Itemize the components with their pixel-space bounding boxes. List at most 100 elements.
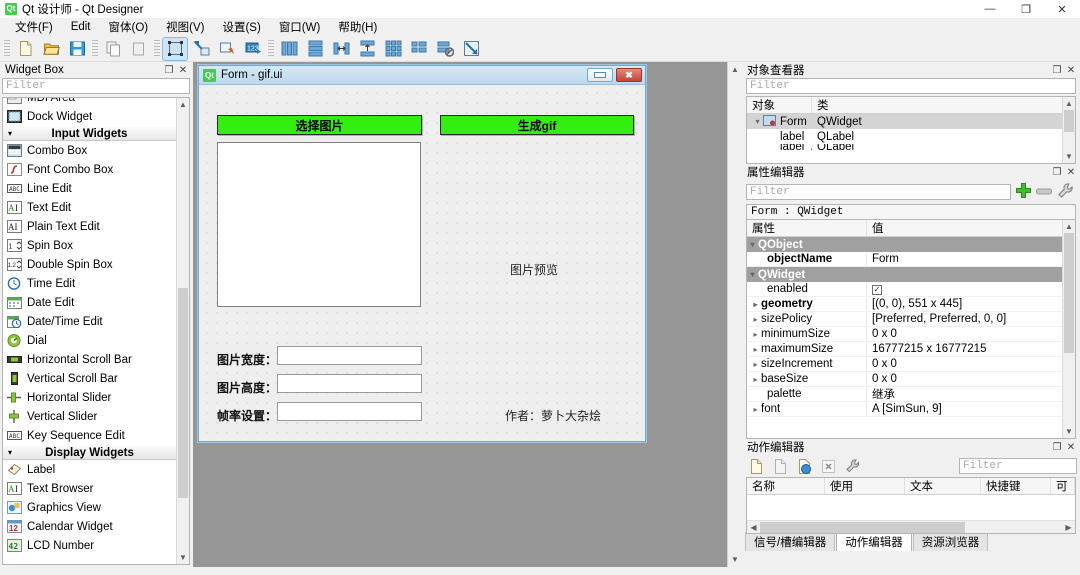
- chevron-right-icon[interactable]: ▸: [750, 405, 761, 414]
- action-editor-filter-input[interactable]: Filter: [959, 458, 1077, 474]
- chevron-right-icon[interactable]: ▸: [750, 345, 761, 354]
- float-icon[interactable]: ❐: [1050, 440, 1064, 454]
- scroll-down-icon[interactable]: ▼: [177, 551, 189, 564]
- break-layout-icon[interactable]: [433, 38, 457, 60]
- scroll-up-icon[interactable]: ▲: [1063, 220, 1075, 233]
- widget-item-combo-box[interactable]: Combo Box: [3, 141, 176, 160]
- float-icon[interactable]: ❐: [1050, 63, 1064, 77]
- column-used[interactable]: 使用: [825, 478, 905, 494]
- property-value[interactable]: 16777215 x 16777215: [867, 343, 1062, 355]
- chevron-down-icon[interactable]: ▾: [752, 117, 763, 126]
- property-row-objectname[interactable]: objectName Form: [747, 252, 1062, 267]
- chevron-right-icon[interactable]: ▸: [750, 375, 761, 384]
- edit-buddies-icon[interactable]: [215, 38, 239, 60]
- widget-item-graphics-view[interactable]: Graphics View: [3, 498, 176, 517]
- column-object[interactable]: 对象: [747, 97, 812, 113]
- widget-item-calendar-widget[interactable]: 12 Calendar Widget: [3, 517, 176, 536]
- toolbar-grip-2[interactable]: [92, 39, 98, 58]
- close-icon[interactable]: ✕: [1064, 440, 1078, 454]
- widget-item-label[interactable]: Label: [3, 460, 176, 479]
- column-shortcut[interactable]: 快捷键: [981, 478, 1051, 494]
- column-class[interactable]: 类: [812, 97, 1075, 113]
- paste-icon[interactable]: [127, 38, 151, 60]
- tab-resource-browser[interactable]: 资源浏览器: [912, 532, 989, 551]
- widget-item-time-edit[interactable]: Time Edit: [3, 274, 176, 293]
- scroll-right-icon[interactable]: ▶: [1062, 523, 1075, 532]
- property-editor-scrollbar[interactable]: ▲ ▼: [1062, 220, 1075, 438]
- menu-file[interactable]: 文件(F): [6, 17, 62, 37]
- chevron-right-icon[interactable]: ▸: [750, 330, 761, 339]
- property-row-palette[interactable]: palette 继承: [747, 387, 1062, 402]
- edit-widgets-icon[interactable]: [162, 36, 188, 61]
- widget-item-vertical-slider[interactable]: Vertical Slider: [3, 407, 176, 426]
- delete-action-icon[interactable]: [817, 456, 839, 476]
- property-value[interactable]: A [SimSun, 9]: [867, 403, 1062, 415]
- save-form-icon[interactable]: [65, 38, 89, 60]
- scroll-up-icon[interactable]: ▲: [1063, 97, 1075, 110]
- new-action-icon[interactable]: [745, 456, 767, 476]
- widget-item-dial[interactable]: Dial: [3, 331, 176, 350]
- copy-action-icon[interactable]: [769, 456, 791, 476]
- scrollbar-thumb[interactable]: [178, 288, 188, 498]
- form-window[interactable]: Qt Form - gif.ui ✖ 选择图片 生成gif 图片预览 图片宽度：…: [198, 65, 646, 442]
- property-row-sizeincrement[interactable]: ▸ sizeIncrement 0 x 0: [747, 357, 1062, 372]
- image-preview-box[interactable]: [217, 142, 421, 307]
- edit-action-icon[interactable]: [793, 456, 815, 476]
- property-row-basesize[interactable]: ▸ baseSize 0 x 0: [747, 372, 1062, 387]
- menu-view[interactable]: 视图(V): [157, 17, 213, 37]
- widget-item-date-edit[interactable]: Date Edit: [3, 293, 176, 312]
- layout-horizontally-icon[interactable]: [277, 38, 301, 60]
- property-row-font[interactable]: ▸ font A [SimSun, 9]: [747, 402, 1062, 417]
- widget-item-horizontal-slider[interactable]: Horizontal Slider: [3, 388, 176, 407]
- close-icon[interactable]: ✕: [1064, 165, 1078, 179]
- open-form-icon[interactable]: [39, 38, 63, 60]
- scrollbar-thumb[interactable]: [1064, 233, 1074, 353]
- property-value[interactable]: 0 x 0: [867, 373, 1062, 385]
- chevron-down-icon[interactable]: ▾: [747, 270, 758, 279]
- scrollbar-thumb[interactable]: [760, 521, 965, 533]
- mdi-scrollbar[interactable]: ▲ ▼: [727, 62, 742, 567]
- menu-help[interactable]: 帮助(H): [329, 17, 386, 37]
- widget-item-double-spin-box[interactable]: 1.2 Double Spin Box: [3, 255, 176, 274]
- property-row-sizepolicy[interactable]: ▸ sizePolicy [Preferred, Preferred, 0, 0…: [747, 312, 1062, 327]
- widget-item-text-edit[interactable]: AI Text Edit: [3, 198, 176, 217]
- property-row-maximumsize[interactable]: ▸ maximumSize 16777215 x 16777215: [747, 342, 1062, 357]
- form-close-button[interactable]: ✖: [616, 68, 642, 82]
- chevron-right-icon[interactable]: ▸: [750, 360, 761, 369]
- column-value[interactable]: 值: [867, 220, 1075, 236]
- property-value[interactable]: 0 x 0: [867, 328, 1062, 340]
- column-text[interactable]: 文本: [905, 478, 981, 494]
- table-row[interactable]: ▾ Form QWidget: [747, 114, 1075, 129]
- plus-icon[interactable]: [1015, 182, 1032, 202]
- property-editor-filter-input[interactable]: Filter: [746, 184, 1011, 200]
- new-form-icon[interactable]: [13, 38, 37, 60]
- property-value[interactable]: Form: [867, 253, 1062, 265]
- column-property[interactable]: 属性: [747, 220, 867, 236]
- widget-item-key-sequence-edit[interactable]: ABC Key Sequence Edit: [3, 426, 176, 445]
- property-row-enabled[interactable]: enabled ✓: [747, 282, 1062, 297]
- menu-form[interactable]: 窗体(O): [100, 17, 158, 37]
- menu-settings[interactable]: 设置(S): [213, 17, 269, 37]
- property-row-minimumsize[interactable]: ▸ minimumSize 0 x 0: [747, 327, 1062, 342]
- table-row[interactable]: label QLabel: [747, 129, 1075, 144]
- widget-category-input-widgets[interactable]: ▾ Input Widgets: [3, 126, 176, 141]
- menu-edit[interactable]: Edit: [62, 19, 100, 35]
- scroll-down-icon[interactable]: ▼: [728, 552, 742, 567]
- widget-item-date-time-edit[interactable]: Date/Time Edit: [3, 312, 176, 331]
- object-inspector-scrollbar[interactable]: ▲ ▼: [1062, 97, 1075, 163]
- close-button[interactable]: ✕: [1044, 0, 1080, 18]
- scrollbar-thumb[interactable]: [1064, 110, 1074, 132]
- property-value[interactable]: [Preferred, Preferred, 0, 0]: [867, 313, 1062, 325]
- scroll-left-icon[interactable]: ◀: [747, 523, 760, 532]
- widget-item-horizontal-scroll-bar[interactable]: Horizontal Scroll Bar: [3, 350, 176, 369]
- widget-item-lcd-number[interactable]: 42 LCD Number: [3, 536, 176, 555]
- chevron-right-icon[interactable]: ▸: [750, 300, 761, 309]
- edit-tab-order-icon[interactable]: 123: [241, 38, 265, 60]
- widget-item-mdi-area[interactable]: MDI Area: [3, 98, 176, 107]
- widget-category-display-widgets[interactable]: ▾ Display Widgets: [3, 445, 176, 460]
- widget-item-vertical-scroll-bar[interactable]: Vertical Scroll Bar: [3, 369, 176, 388]
- scroll-down-icon[interactable]: ▼: [1063, 150, 1075, 163]
- wrench-icon[interactable]: [1057, 182, 1074, 202]
- scroll-down-icon[interactable]: ▼: [1063, 425, 1075, 438]
- hscrollbar-track[interactable]: [760, 521, 1062, 533]
